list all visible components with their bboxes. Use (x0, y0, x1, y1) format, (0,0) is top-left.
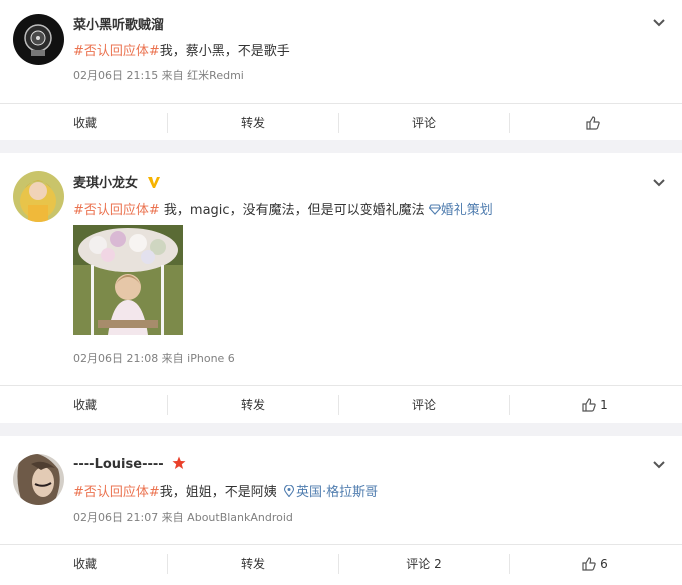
post-text: #否认回应体# 我，magic，没有魔法，但是可以变婚礼魔法 婚礼策划 (73, 203, 493, 218)
action-bar: 收藏 转发 评论 (0, 103, 682, 141)
post-image[interactable] (73, 225, 183, 335)
hashtag-link[interactable]: #否认回应体# (73, 485, 160, 500)
location-link[interactable]: 英国·格拉斯哥 (283, 484, 378, 500)
like-button[interactable]: 1 (510, 386, 680, 423)
chevron-down-icon[interactable] (652, 460, 666, 470)
verified-badge-icon (147, 177, 160, 188)
like-count: 6 (600, 556, 608, 571)
repost-button[interactable]: 转发 (168, 545, 338, 582)
post-text: #否认回应体#我，蔡小黑，不是歌手 (73, 44, 290, 59)
like-count: 1 (600, 397, 608, 412)
action-bar: 收藏 转发 评论 2 6 (0, 544, 682, 582)
avatar[interactable] (13, 14, 64, 65)
like-button[interactable]: 6 (510, 545, 680, 582)
repost-button[interactable]: 转发 (168, 104, 338, 141)
post-card: 麦琪小龙女 #否认回应体# 我，magic，没有魔法，但是可以变婚礼魔法 婚礼策… (0, 153, 682, 423)
thumbs-up-icon (586, 115, 600, 130)
chevron-down-icon[interactable] (652, 18, 666, 28)
hashtag-link[interactable]: #否认回应体# (73, 44, 160, 59)
star-badge-icon (172, 456, 186, 469)
hashtag-link[interactable]: #否认回应体# (73, 203, 160, 218)
post-meta[interactable]: 02月06日 21:15 来自 红米Redmi (73, 67, 244, 83)
username[interactable]: 麦琪小龙女 (73, 172, 161, 191)
favorite-button[interactable]: 收藏 (0, 104, 170, 141)
comment-button[interactable]: 评论 (339, 386, 509, 423)
favorite-button[interactable]: 收藏 (0, 386, 170, 423)
action-bar: 收藏 转发 评论 1 (0, 385, 682, 423)
post-card: ----Louise---- #否认回应体#我，姐姐，不是阿姨 英国·格拉斯哥 … (0, 436, 682, 585)
thumbs-up-icon (582, 556, 596, 571)
post-text: #否认回应体#我，姐姐，不是阿姨 英国·格拉斯哥 (73, 484, 379, 500)
avatar[interactable] (13, 171, 64, 222)
topic-link[interactable]: 婚礼策划 (428, 203, 493, 218)
username[interactable]: 菜小黑听歌贼溜 (73, 14, 164, 33)
favorite-button[interactable]: 收藏 (0, 545, 170, 582)
thumbs-up-icon (582, 397, 596, 412)
repost-button[interactable]: 转发 (168, 386, 338, 423)
comment-button[interactable]: 评论 2 (339, 545, 509, 582)
chevron-down-icon[interactable] (652, 178, 666, 188)
like-button[interactable] (510, 104, 680, 141)
post-meta[interactable]: 02月06日 21:08 来自 iPhone 6 (73, 350, 235, 366)
username[interactable]: ----Louise---- (73, 456, 186, 472)
post-card: 菜小黑听歌贼溜 #否认回应体#我，蔡小黑，不是歌手 02月06日 21:15 来… (0, 0, 682, 140)
comment-button[interactable]: 评论 (339, 104, 509, 141)
avatar[interactable] (13, 454, 64, 505)
post-meta[interactable]: 02月06日 21:07 来自 AboutBlankAndroid (73, 509, 293, 525)
topic-link-icon (428, 204, 441, 215)
location-pin-icon (283, 484, 295, 498)
